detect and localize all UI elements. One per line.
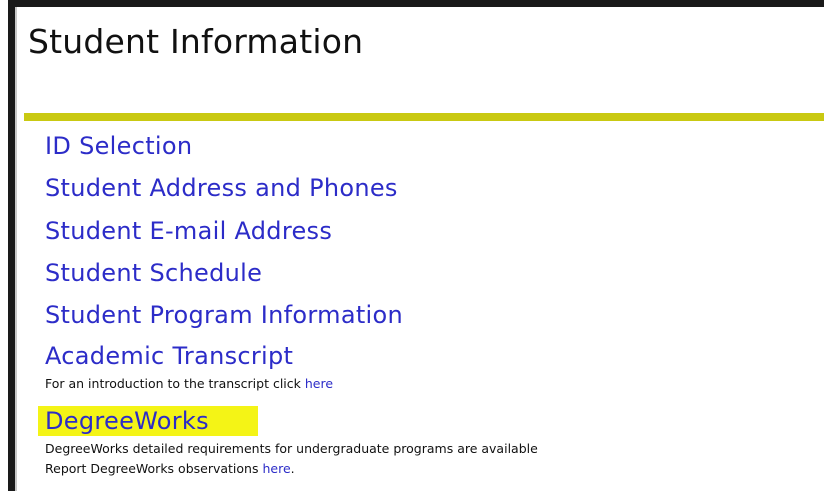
transcript-here-link[interactable]: here [305,376,333,391]
menu-link-academic-transcript[interactable]: Academic Transcript [45,342,293,370]
degreeworks-report-text: Report DegreeWorks observations [45,461,263,476]
transcript-description: For an introduction to the transcript cl… [45,376,333,391]
transcript-description-text: For an introduction to the transcript cl… [45,376,305,391]
degreeworks-here-link[interactable]: here [262,461,290,476]
degreeworks-report-period: . [290,461,295,476]
menu-link-program-information[interactable]: Student Program Information [45,301,403,329]
degreeworks-report-line: Report DegreeWorks observations here. [45,461,295,476]
frame-shade [15,7,17,491]
menu-link-address-phones[interactable]: Student Address and Phones [45,174,398,202]
menu-link-student-schedule[interactable]: Student Schedule [45,259,262,287]
degreeworks-description: DegreeWorks detailed requirements for un… [45,441,538,456]
menu-link-email-address[interactable]: Student E-mail Address [45,217,332,245]
menu-link-degreeworks[interactable]: DegreeWorks [45,407,209,435]
menu-link-id-selection[interactable]: ID Selection [45,132,192,160]
title-divider [24,113,824,121]
page-title: Student Information [28,22,364,61]
